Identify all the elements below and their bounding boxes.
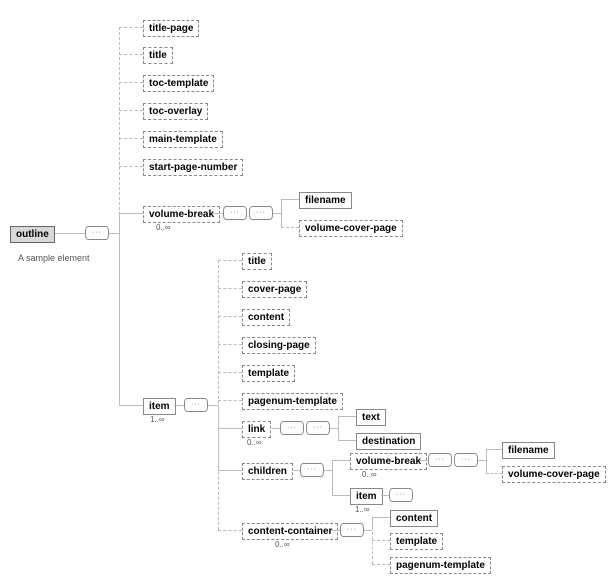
main-template-element: main-template: [143, 131, 223, 148]
seq-connector-item: [184, 398, 208, 412]
cover-page-element: cover-page: [242, 281, 307, 298]
cc-pagenum-template-element: pagenum-template: [390, 557, 491, 574]
children-item-card: 1..∞: [355, 505, 370, 514]
seq-connector-volume-break: [223, 206, 247, 220]
title-element: title: [143, 47, 173, 64]
children-element: children: [242, 463, 293, 480]
template-element: template: [242, 365, 295, 382]
link-card: 0..∞: [247, 438, 262, 447]
text-element: text: [356, 409, 386, 426]
item-title-element: title: [242, 253, 272, 270]
item-element: item: [143, 398, 176, 415]
children-filename-element: filename: [502, 442, 555, 459]
children-volume-cover-page-element: volume-cover-page: [502, 466, 606, 483]
children-volume-break-element: volume-break: [350, 453, 427, 470]
seq-connector-root: [85, 226, 109, 240]
children-item-element: item: [350, 488, 383, 505]
seq-connector-children: [300, 463, 324, 477]
cc-template-element: template: [390, 533, 443, 550]
filename-element: filename: [299, 192, 352, 209]
volume-break-card: 0..∞: [156, 223, 171, 232]
item-card: 1..∞: [150, 415, 165, 424]
title-page-element: title-page: [143, 20, 199, 37]
seq-connector-children-vb-2: [454, 453, 478, 467]
destination-element: destination: [356, 433, 421, 450]
root-caption: A sample element: [18, 253, 90, 263]
content-container-element: content-container: [242, 523, 338, 540]
content-container-card: 0..∞: [275, 540, 290, 549]
toc-template-element: toc-template: [143, 75, 214, 92]
seq-connector-link: [280, 421, 304, 435]
outline-element: outline: [10, 226, 55, 243]
volume-cover-page-element: volume-cover-page: [299, 220, 403, 237]
toc-overlay-element: toc-overlay: [143, 103, 208, 120]
seq-connector-children-item: [389, 488, 413, 502]
pagenum-template-element: pagenum-template: [242, 393, 343, 410]
cc-content-element: content: [390, 510, 438, 527]
start-page-number-element: start-page-number: [143, 159, 243, 176]
seq-connector-volume-break-2: [249, 206, 273, 220]
volume-break-element: volume-break: [143, 206, 220, 223]
link-element: link: [242, 421, 271, 438]
seq-connector-cc: [340, 523, 364, 537]
content-element: content: [242, 309, 290, 326]
seq-connector-children-vb: [428, 453, 452, 467]
children-volume-break-card: 0..∞: [362, 470, 377, 479]
closing-page-element: closing-page: [242, 337, 316, 354]
seq-connector-link-2: [306, 421, 330, 435]
